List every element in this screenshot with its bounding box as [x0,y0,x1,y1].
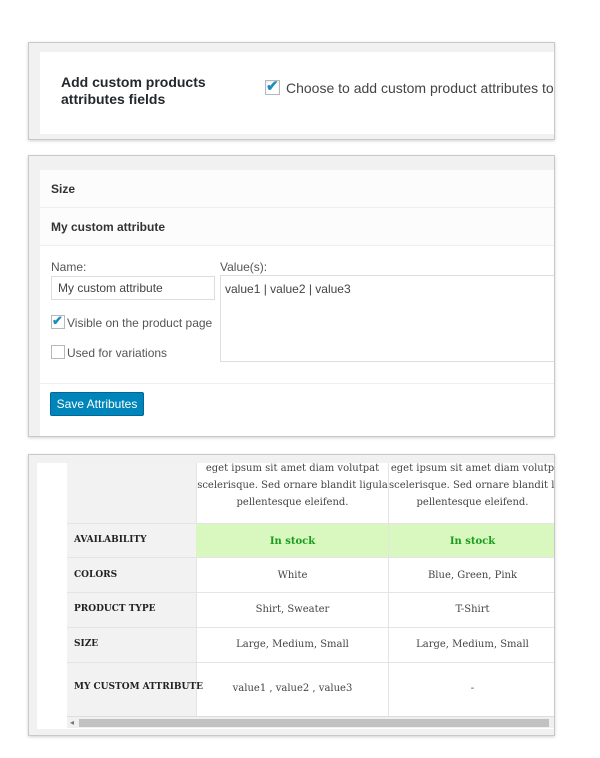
attribute-row-label: Size [51,182,76,196]
row-label-custom-attribute: MY CUSTOM ATTRIBUTE [74,682,203,692]
colors-value: Blue, Green, Pink [427,570,518,581]
attributes-editor: Size My custom attribute Name: My custom… [40,170,554,436]
row-label-colors: COLORS [74,570,118,580]
product-type-value: T-Shirt [455,604,490,615]
settings-row: Add custom products attributes fields ✔ … [40,52,555,134]
colors-value: White [277,570,308,581]
availability-value: In stock [449,536,496,547]
scrollbar-thumb[interactable] [79,719,549,727]
variations-label: Used for variations [67,346,168,360]
product-description-1: eget ipsum sit amet diam volutpat sceler… [197,463,388,508]
name-label: Name: [51,260,87,274]
product-type-value: Shirt, Sweater [255,604,330,615]
row-label-size: SIZE [74,639,99,649]
row-divider [67,523,554,524]
attribute-values-textarea[interactable]: value1 | value2 | value3 [220,275,554,362]
custom-attribute-value: value1 , value2 , value3 [232,683,353,694]
row-divider [67,662,554,663]
visible-on-product-page-checkbox[interactable]: ✔ [51,313,65,329]
custom-attribute-value: - [470,683,475,694]
used-for-variations-checkbox[interactable] [51,345,65,359]
attribute-row-custom[interactable]: My custom attribute [40,208,554,246]
row-divider [67,592,554,593]
row-label-product-type: PRODUCT TYPE [74,604,156,614]
row-divider [67,557,554,558]
setting-title: Add custom products attributes fields [61,74,206,107]
settings-panel: Add custom products attributes fields ✔ … [28,42,555,140]
attribute-row-size[interactable]: Size [40,170,554,208]
save-attributes-button[interactable]: Save Attributes [50,392,144,416]
checkmark-icon: ✔ [52,313,63,328]
custom-attributes-checkbox[interactable]: ✔ [265,78,280,95]
compare-table-panel: eget ipsum sit amet diam volutpat sceler… [28,454,555,736]
visible-label: Visible on the product page [67,316,213,330]
size-value: Large, Medium, Small [236,639,349,650]
attribute-name-input[interactable]: My custom attribute [51,276,215,300]
checkbox-label: Choose to add custom product attributes … [286,80,555,96]
row-label-availability: AVAILABILITY [74,535,147,545]
compare-table: eget ipsum sit amet diam volutpat sceler… [37,463,555,729]
scroll-left-icon[interactable]: ◂ [70,718,74,727]
horizontal-scrollbar[interactable]: ◂ [67,716,554,728]
size-value: Large, Medium, Small [416,639,529,650]
product-description-2: eget ipsum sit amet diam volutp sceleris… [389,463,555,508]
attribute-row-label: My custom attribute [51,220,166,234]
availability-value: In stock [269,536,316,547]
checkmark-icon: ✔ [266,78,279,95]
row-divider [67,627,554,628]
divider [40,383,554,384]
values-label: Value(s): [220,260,268,274]
attributes-editor-panel: Size My custom attribute Name: My custom… [28,155,555,437]
